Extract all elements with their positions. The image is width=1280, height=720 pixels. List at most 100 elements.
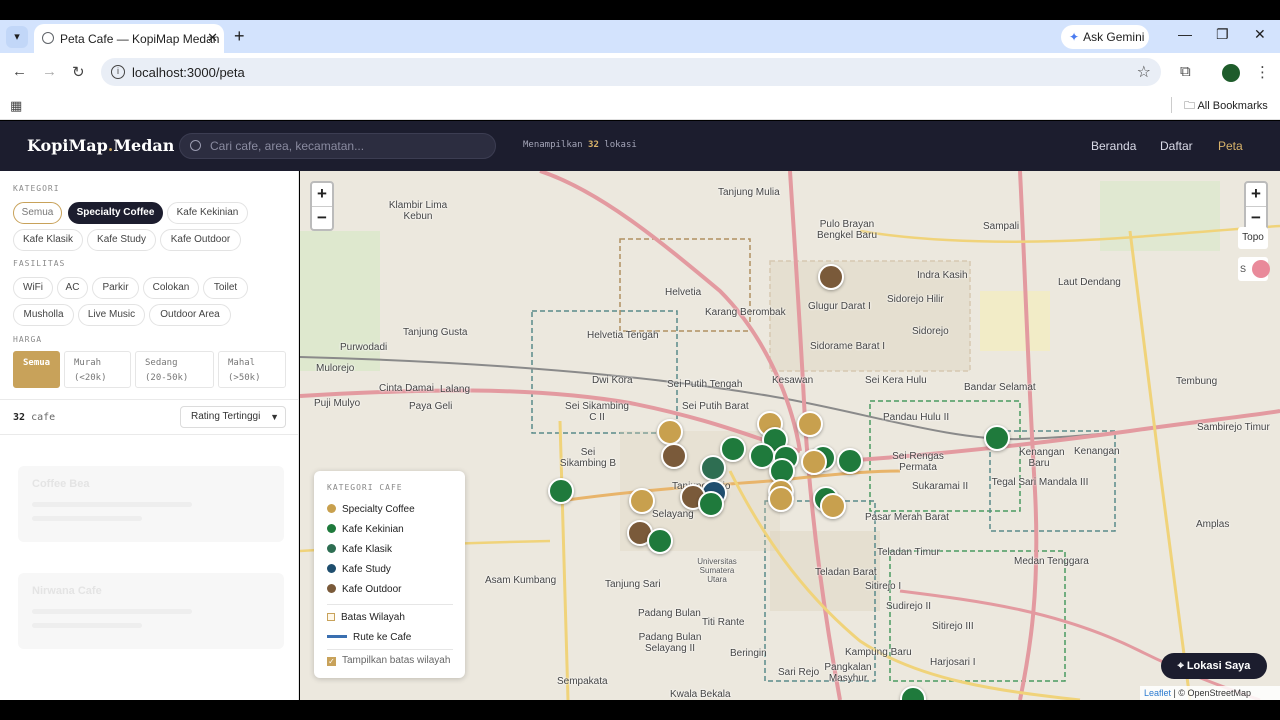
- ask-gemini-label: Ask Gemini: [1083, 30, 1145, 44]
- search-input[interactable]: [210, 137, 480, 155]
- price-mahal-label: Mahal: [228, 358, 256, 368]
- nav-daftar[interactable]: Daftar: [1160, 139, 1193, 153]
- extensions-icon[interactable]: ⧉: [1180, 63, 1191, 80]
- brand-logo[interactable]: KopiMap.Medan: [27, 136, 174, 155]
- new-tab-button[interactable]: +: [234, 26, 245, 46]
- chip-parkir[interactable]: Parkir: [92, 277, 139, 299]
- cafe-card-loading[interactable]: Coffee Bea: [18, 466, 284, 542]
- profile-avatar[interactable]: [1222, 64, 1240, 82]
- cafe-marker-specialty[interactable]: [657, 419, 683, 445]
- map-label: Kwala Bekala: [670, 689, 731, 700]
- chip-kategori-semua[interactable]: Semua: [13, 202, 62, 224]
- legend-label: Kafe Kekinian: [342, 524, 404, 535]
- close-icon[interactable]: ✕: [207, 30, 218, 46]
- cafe-marker-kekinian[interactable]: [720, 436, 746, 462]
- layer-switch-label: S: [1240, 264, 1247, 274]
- map-label: Sari Rejo: [778, 667, 820, 678]
- chevron-down-icon: ▼: [270, 412, 279, 422]
- address-bar[interactable]: i localhost:3000/peta ☆: [101, 58, 1161, 86]
- tab-search-button[interactable]: ▾: [6, 26, 28, 48]
- chip-kafe-klasik[interactable]: Kafe Klasik: [13, 229, 83, 251]
- cafe-marker-kekinian[interactable]: [548, 478, 574, 504]
- chip-toilet[interactable]: Toilet: [203, 277, 248, 299]
- price-semua[interactable]: Semua: [13, 351, 60, 388]
- cafe-card-loading[interactable]: Nirwana Cafe: [18, 573, 284, 649]
- green-area: [1100, 181, 1220, 251]
- zoom-control-right: + −: [1244, 181, 1268, 231]
- reload-button[interactable]: ↻: [72, 63, 85, 81]
- checkbox-checked-icon[interactable]: ✓: [327, 657, 336, 666]
- all-bookmarks-button[interactable]: 🗀 All Bookmarks: [1184, 97, 1268, 116]
- cafe-marker-kekinian[interactable]: [837, 448, 863, 474]
- price-murah[interactable]: Murah (<20k): [64, 351, 131, 388]
- cafe-marker-specialty[interactable]: [801, 449, 827, 475]
- legend-label: Kafe Study: [342, 564, 391, 575]
- sparkle-icon: ✦: [1069, 30, 1080, 44]
- layer-topo-button[interactable]: Topo: [1238, 227, 1268, 249]
- map-label: Sei Putih Barat: [682, 401, 749, 412]
- skeleton-line: [32, 609, 192, 614]
- lokasi-saya-button[interactable]: ⌖ Lokasi Saya: [1161, 653, 1267, 679]
- chip-live-music[interactable]: Live Music: [78, 304, 145, 326]
- bookmark-star-icon[interactable]: ☆: [1137, 62, 1151, 82]
- chip-musholla[interactable]: Musholla: [13, 304, 74, 326]
- chip-specialty-coffee[interactable]: Specialty Coffee: [68, 202, 163, 224]
- showing-count-text: Menampilkan 32 lokasi: [523, 140, 637, 150]
- forward-button[interactable]: →: [42, 63, 57, 80]
- sort-select[interactable]: Rating Tertinggi ▼: [180, 406, 286, 428]
- map-label: Kenangan: [1074, 446, 1120, 457]
- cafe-marker-specialty[interactable]: [820, 493, 846, 519]
- info-icon[interactable]: i: [111, 65, 125, 79]
- legend-separator: [327, 649, 453, 650]
- map-label: Sitirejo I: [865, 581, 902, 592]
- apps-grid-icon[interactable]: ▦: [10, 98, 22, 114]
- ask-gemini-button[interactable]: ✦ Ask Gemini: [1061, 25, 1149, 49]
- chip-kafe-study[interactable]: Kafe Study: [87, 229, 156, 251]
- cafe-card-name: Coffee Bea: [32, 478, 90, 490]
- lokasi-saya-label: Lokasi Saya: [1186, 660, 1251, 672]
- cafe-marker-outdoor[interactable]: [818, 264, 844, 290]
- search-box: [179, 133, 496, 159]
- nav-peta[interactable]: Peta: [1218, 139, 1243, 153]
- cafe-marker-specialty[interactable]: [768, 486, 794, 512]
- map-label: Beringin: [730, 648, 767, 659]
- chip-kafe-outdoor[interactable]: Kafe Outdoor: [160, 229, 241, 251]
- price-mahal[interactable]: Mahal (>50k): [218, 351, 286, 388]
- minimize-button[interactable]: —: [1178, 26, 1192, 42]
- chip-outdoor-area[interactable]: Outdoor Area: [149, 304, 231, 326]
- restore-button[interactable]: ❐: [1216, 26, 1229, 43]
- chip-kafe-kekinian[interactable]: Kafe Kekinian: [167, 202, 248, 224]
- leaflet-link[interactable]: Leaflet: [1144, 688, 1171, 698]
- back-button[interactable]: ←: [12, 63, 27, 80]
- zoom-in-button[interactable]: +: [312, 183, 332, 206]
- cafe-marker-specialty[interactable]: [797, 411, 823, 437]
- boundary-toggle[interactable]: ✓ Tampilkan batas wilayah: [327, 655, 450, 666]
- cafe-marker-kekinian[interactable]: [698, 491, 724, 517]
- layer-switch-button[interactable]: S: [1238, 257, 1270, 281]
- more-menu-icon[interactable]: ⋮: [1255, 63, 1270, 81]
- chip-ac[interactable]: AC: [57, 277, 88, 299]
- price-sedang-label: Sedang: [145, 358, 178, 368]
- zoom-in-button-right[interactable]: +: [1246, 183, 1266, 206]
- cafe-marker-kekinian[interactable]: [984, 425, 1010, 451]
- map-view[interactable]: Tanjung Mulia Klambir Lima Kebun Pulo Br…: [300, 171, 1280, 700]
- nav-beranda[interactable]: Beranda: [1091, 139, 1136, 153]
- window-close-button[interactable]: ✕: [1254, 26, 1266, 43]
- browser-tab[interactable]: Peta Cafe — KopiMap Medan ✕: [34, 24, 224, 53]
- cafe-marker-klasik[interactable]: [700, 455, 726, 481]
- map-label: Puji Mulyo: [314, 398, 361, 409]
- map-label: Pandau Hulu II: [883, 412, 950, 423]
- zoom-out-button[interactable]: −: [312, 206, 332, 229]
- field-area: [980, 291, 1050, 351]
- legend-item-study: Kafe Study: [327, 564, 391, 575]
- map-label: Teladan Barat: [815, 567, 877, 578]
- chip-wifi[interactable]: WiFi: [13, 277, 53, 299]
- chip-colokan[interactable]: Colokan: [143, 277, 199, 299]
- price-sedang[interactable]: Sedang (20-50k): [135, 351, 214, 388]
- zoom-out-button-right[interactable]: −: [1246, 206, 1266, 229]
- cafe-marker-specialty[interactable]: [629, 488, 655, 514]
- cafe-marker-outdoor[interactable]: [661, 443, 687, 469]
- legend-item-klasik: Kafe Klasik: [327, 544, 392, 555]
- kategori-label: KATEGORI: [13, 184, 60, 193]
- cafe-marker-kekinian[interactable]: [647, 528, 673, 554]
